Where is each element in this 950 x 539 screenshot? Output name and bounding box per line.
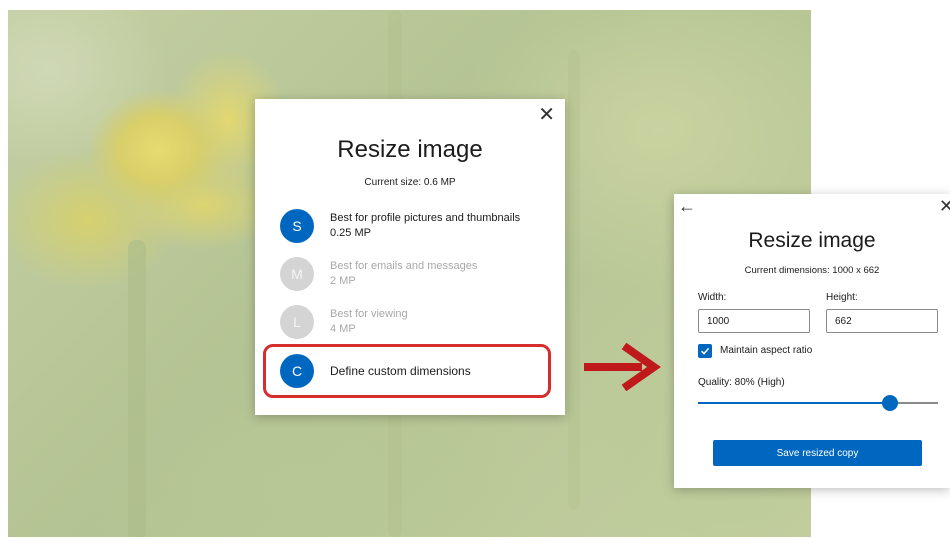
height-label: Height: [826, 292, 858, 303]
width-input[interactable]: 1000 [698, 309, 810, 333]
highlight-box [263, 344, 551, 398]
background-stem [568, 50, 580, 510]
quality-slider[interactable] [698, 395, 938, 411]
option-detail: 2 MP [330, 275, 356, 287]
option-label: Best for emails and messages [330, 260, 478, 272]
back-arrow-icon[interactable]: ← [678, 196, 696, 217]
current-dimensions-text: Current dimensions: 1000 x 662 [744, 265, 880, 276]
option-large[interactable]: L Best for viewing 4 MP [280, 302, 550, 342]
option-label: Best for viewing [330, 308, 408, 320]
option-avatar-m: M [280, 257, 314, 291]
option-avatar-l: L [280, 305, 314, 339]
maintain-aspect-label: Maintain aspect ratio [720, 345, 813, 356]
option-avatar-s: S [280, 209, 314, 243]
quality-slider-fill [698, 402, 890, 404]
checkmark-icon [700, 347, 710, 355]
current-size-text: Current size: 0.6 MP [364, 177, 456, 188]
red-arrow-icon [584, 343, 661, 391]
width-label: Width: [698, 292, 727, 303]
option-small[interactable]: S Best for profile pictures and thumbnai… [280, 206, 550, 246]
save-resized-copy-button[interactable]: Save resized copy [713, 440, 922, 466]
option-detail: 0.25 MP [330, 227, 371, 239]
flower-stem [128, 240, 146, 537]
option-detail: 4 MP [330, 323, 356, 335]
resize-custom-dialog: ← ✕ Resize image Current dimensions: 100… [674, 194, 950, 488]
close-icon[interactable]: ✕ [939, 196, 950, 217]
maintain-aspect-checkbox[interactable] [698, 344, 712, 358]
resize-image-dialog: ✕ Resize image Current size: 0.6 MP S Be… [255, 99, 565, 415]
dialog-title: Resize image [748, 229, 876, 252]
quality-label: Quality: 80% (High) [698, 377, 785, 388]
close-icon[interactable]: ✕ [538, 105, 555, 125]
dialog-title: Resize image [337, 136, 483, 163]
height-input[interactable]: 662 [826, 309, 938, 333]
option-medium[interactable]: M Best for emails and messages 2 MP [280, 254, 550, 294]
option-label: Best for profile pictures and thumbnails [330, 212, 521, 224]
quality-slider-thumb[interactable] [882, 395, 898, 411]
